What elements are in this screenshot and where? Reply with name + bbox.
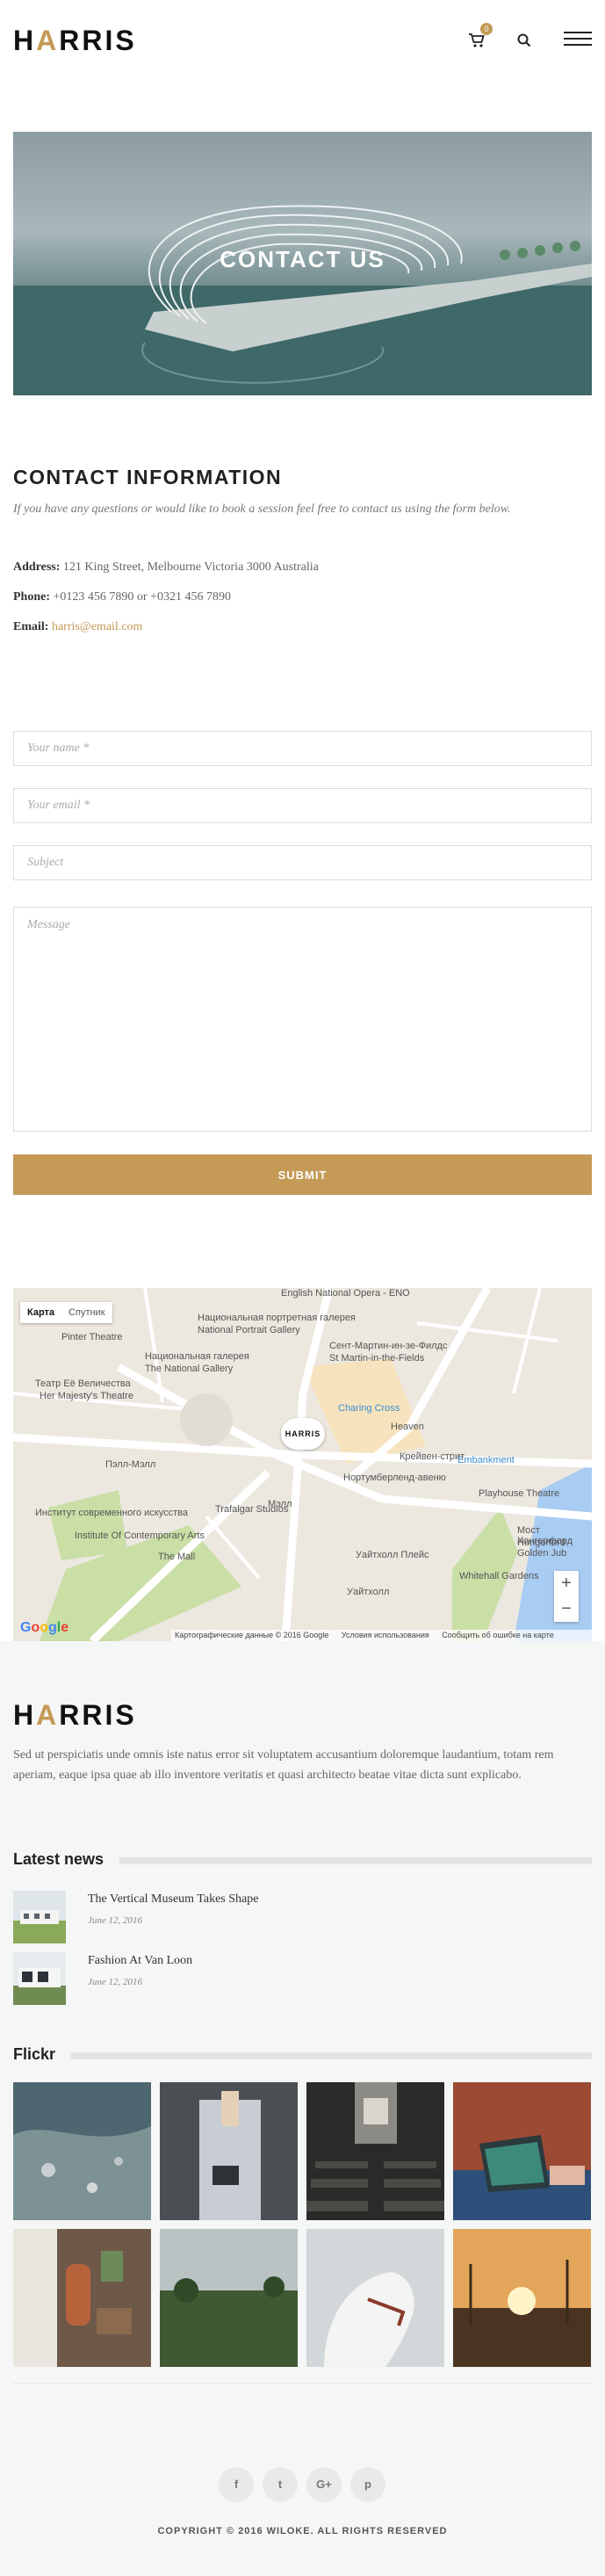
flickr-photo[interactable] <box>13 2229 151 2367</box>
zoom-out-button[interactable]: − <box>554 1596 579 1622</box>
map-report-link[interactable]: Сообщить об ошибке на карте <box>442 1631 553 1639</box>
search-icon[interactable] <box>516 33 532 48</box>
logo-accent: A <box>36 25 60 56</box>
map-label: St Martin-in-the-Fields <box>329 1353 425 1364</box>
map-label: Крейвен-стрит <box>400 1451 465 1462</box>
map-attribution: Картографические данные © 2016 Google Ус… <box>171 1630 592 1641</box>
news-date: June 12, 2016 <box>88 1915 143 1926</box>
map-label: National Portrait Gallery <box>198 1325 300 1335</box>
site-logo[interactable]: HARRIS <box>13 26 137 54</box>
email-line: Email: harris@email.com <box>13 620 142 634</box>
news-thumbnail[interactable] <box>13 1952 66 2005</box>
map-zoom-control: + − <box>554 1571 579 1622</box>
address-line: Address: 121 King Street, Melbourne Vict… <box>13 561 319 575</box>
flickr-photo[interactable] <box>160 2229 298 2367</box>
contact-info-subtitle: If you have any questions or would like … <box>13 503 511 516</box>
map-marker[interactable]: HARRIS <box>281 1418 325 1450</box>
map-label: Charing Cross <box>338 1403 400 1414</box>
map-label: Heaven <box>391 1422 424 1432</box>
flickr-photo[interactable] <box>453 2082 591 2220</box>
map-data-credit: Картографические данные © 2016 Google <box>175 1631 329 1639</box>
map-label: Institute Of Contemporary Arts <box>75 1530 205 1541</box>
facebook-icon[interactable]: f <box>219 2467 254 2502</box>
map-label: Национальная галерея <box>145 1351 249 1362</box>
message-field[interactable] <box>13 907 592 1132</box>
phone-label: Phone: <box>13 590 50 604</box>
logo-text: H <box>13 25 37 56</box>
map-label: Pinter Theatre <box>61 1332 123 1342</box>
footer-divider <box>13 2383 592 2384</box>
contact-info-title: CONTACT INFORMATION <box>13 466 283 488</box>
map-label: Мэлл <box>268 1499 292 1509</box>
logo-text: H <box>13 1699 37 1731</box>
hero-title: CONTACT US <box>220 246 385 272</box>
flickr-photo[interactable] <box>160 2082 298 2220</box>
hero-banner: CONTACT US <box>13 132 592 395</box>
map-type-toggle: Карта Спутник <box>20 1302 112 1323</box>
map-label: Whitehall Gardens <box>459 1571 539 1581</box>
flickr-photo[interactable] <box>306 2229 444 2367</box>
logo-text: RRIS <box>59 1699 137 1731</box>
map-tab-map[interactable]: Карта <box>20 1302 61 1323</box>
footer-logo[interactable]: HARRIS <box>13 1701 137 1729</box>
site-footer: HARRIS Sed ut perspiciatis unde omnis is… <box>0 1641 605 2576</box>
news-date: June 12, 2016 <box>88 1977 143 1987</box>
map-label: Hungerford Golden Jub <box>517 1538 567 1559</box>
site-header: HARRIS 0 <box>0 0 605 79</box>
flickr-photo[interactable] <box>306 2082 444 2220</box>
map-label: Институт современного искусства <box>35 1508 188 1518</box>
map-label: The National Gallery <box>145 1364 234 1374</box>
map-label: Playhouse Theatre <box>479 1488 560 1499</box>
google-map[interactable]: Карта Спутник English National Opera - E… <box>13 1288 592 1641</box>
phone-value: +0123 456 7890 or +0321 456 7890 <box>53 590 231 604</box>
map-terms-link[interactable]: Условия использования <box>342 1631 429 1639</box>
google-logo: Google <box>20 1620 69 1635</box>
phone-line: Phone: +0123 456 7890 or +0321 456 7890 <box>13 590 231 604</box>
map-label: Уайтхолл <box>347 1587 390 1597</box>
news-title[interactable]: The Vertical Museum Takes Shape <box>88 1892 258 1907</box>
map-label: Embankment <box>457 1455 515 1465</box>
map-label: Нортумберленд-авеню <box>343 1473 446 1483</box>
map-label: The Mall <box>158 1552 196 1562</box>
flickr-title: Flickr <box>13 2045 72 2064</box>
map-label: Уайтхолл Плейс <box>356 1550 429 1560</box>
pinterest-icon[interactable]: p <box>350 2467 385 2502</box>
address-value: 121 King Street, Melbourne Victoria 3000… <box>62 561 319 574</box>
map-label: Театр Её Величества <box>35 1378 131 1389</box>
flickr-photo[interactable] <box>13 2082 151 2220</box>
flickr-photo[interactable] <box>453 2229 591 2367</box>
cart-count-badge: 0 <box>480 23 493 35</box>
map-label: Her Majesty's Theatre <box>40 1391 134 1401</box>
latest-news-title: Latest news <box>13 1850 120 1869</box>
name-field[interactable] <box>13 731 592 766</box>
logo-text: RRIS <box>59 25 137 56</box>
copyright-text: COPYRIGHT © 2016 WILOKE. ALL RIGHTS RESE… <box>157 2526 448 2536</box>
hamburger-menu-icon[interactable] <box>564 32 592 49</box>
news-thumbnail[interactable] <box>13 1891 66 1943</box>
email-label: Email: <box>13 620 49 633</box>
email-link[interactable]: harris@email.com <box>52 620 142 633</box>
zoom-in-button[interactable]: + <box>554 1571 579 1596</box>
map-tab-satellite[interactable]: Спутник <box>61 1302 112 1323</box>
google-plus-icon[interactable]: G+ <box>306 2467 342 2502</box>
email-field[interactable] <box>13 788 592 823</box>
map-label: Сент-Мартин-ин-зе-Филдс <box>329 1341 448 1351</box>
address-label: Address: <box>13 561 61 574</box>
footer-about-text: Sed ut perspiciatis unde omnis iste natu… <box>13 1748 554 1782</box>
news-title[interactable]: Fashion At Van Loon <box>88 1954 192 1968</box>
subject-field[interactable] <box>13 845 592 880</box>
logo-accent: A <box>36 1699 60 1731</box>
map-label: Пэлл-Мэлл <box>105 1459 156 1470</box>
map-label: Национальная портретная галерея <box>198 1313 356 1323</box>
twitter-icon[interactable]: t <box>263 2467 298 2502</box>
submit-button[interactable]: SUBMIT <box>13 1154 592 1195</box>
map-label: English National Opera - ENO <box>281 1288 410 1299</box>
divider <box>13 2052 592 2059</box>
